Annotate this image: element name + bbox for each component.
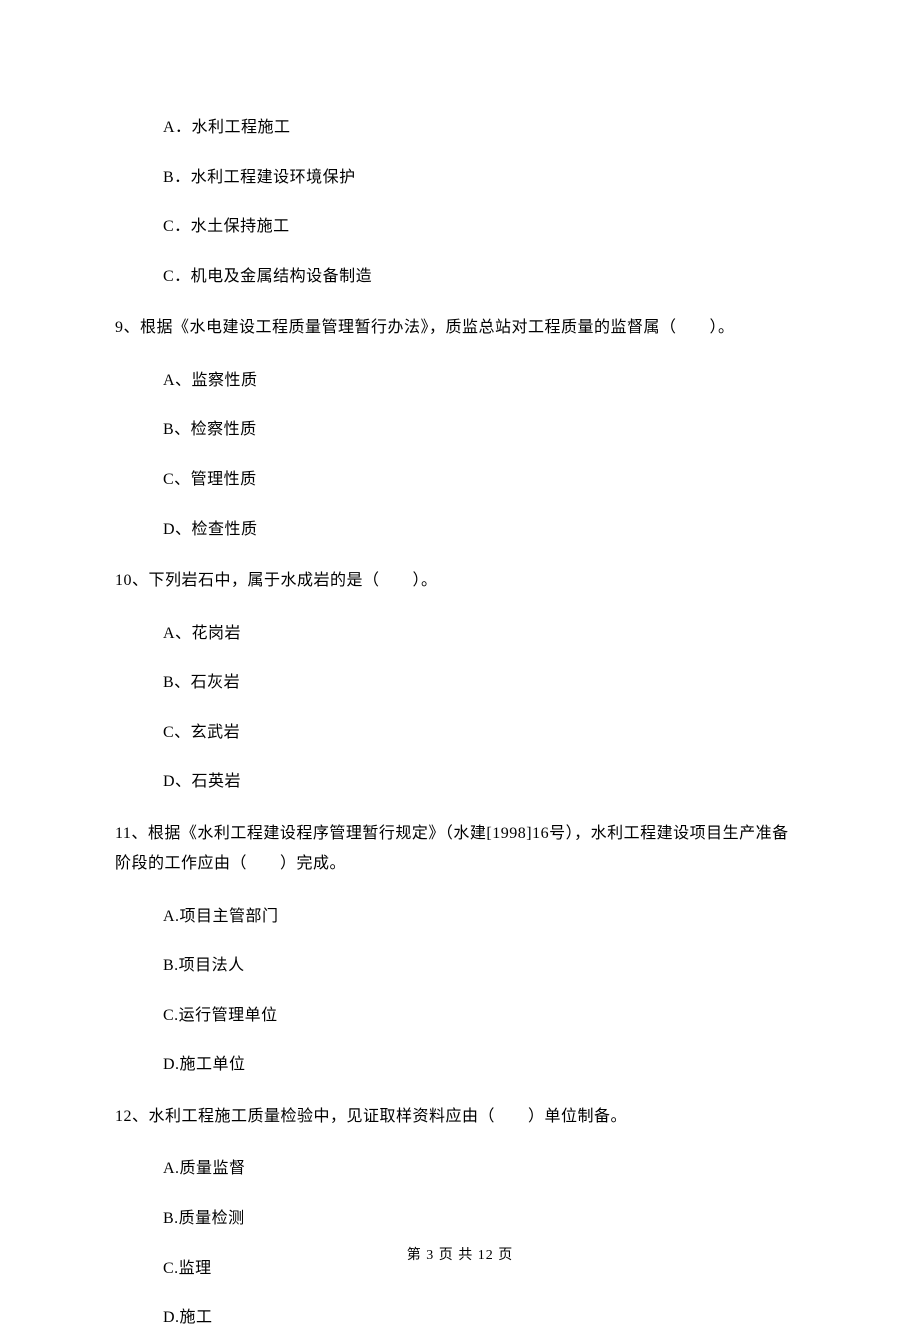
q10-stem: 10、下列岩石中，属于水成岩的是（ ）。 [115,566,805,596]
q9-option-b: B、检察性质 [115,417,805,443]
q11-option-c: C.运行管理单位 [115,1003,805,1029]
q11-option-b: B.项目法人 [115,953,805,979]
q11-option-a: A.项目主管部门 [115,904,805,930]
q9-option-d: D、检查性质 [115,517,805,543]
q9-stem: 9、根据《水电建设工程质量管理暂行办法》，质监总站对工程质量的监督属（ ）。 [115,313,805,343]
q12-option-a: A.质量监督 [115,1156,805,1182]
q8-option-c2: C．机电及金属结构设备制造 [115,264,805,290]
page-footer: 第 3 页 共 12 页 [0,1245,920,1267]
q10-option-b: B、石灰岩 [115,670,805,696]
q9-option-c: C、管理性质 [115,467,805,493]
q8-option-b: B．水利工程建设环境保护 [115,165,805,191]
q10-option-a: A、花岗岩 [115,621,805,647]
q11-option-d: D.施工单位 [115,1052,805,1078]
q12-option-d: D.施工 [115,1305,805,1331]
q9-option-a: A、监察性质 [115,368,805,394]
document-page: A．水利工程施工 B．水利工程建设环境保护 C．水土保持施工 C．机电及金属结构… [0,0,920,1331]
q9-options: A、监察性质 B、检察性质 C、管理性质 D、检查性质 [115,368,805,542]
q8-option-a: A．水利工程施工 [115,115,805,141]
q8-options-continued: A．水利工程施工 B．水利工程建设环境保护 C．水土保持施工 C．机电及金属结构… [115,115,805,289]
q11-stem: 11、根据《水利工程建设程序管理暂行规定》（水建[1998]16号），水利工程建… [115,819,805,880]
q11-options: A.项目主管部门 B.项目法人 C.运行管理单位 D.施工单位 [115,904,805,1078]
q12-option-b: B.质量检测 [115,1206,805,1232]
q10-option-c: C、玄武岩 [115,720,805,746]
q8-option-c: C．水土保持施工 [115,214,805,240]
q12-stem: 12、水利工程施工质量检验中，见证取样资料应由（ ）单位制备。 [115,1102,805,1132]
q10-options: A、花岗岩 B、石灰岩 C、玄武岩 D、石英岩 [115,621,805,795]
q10-option-d: D、石英岩 [115,769,805,795]
